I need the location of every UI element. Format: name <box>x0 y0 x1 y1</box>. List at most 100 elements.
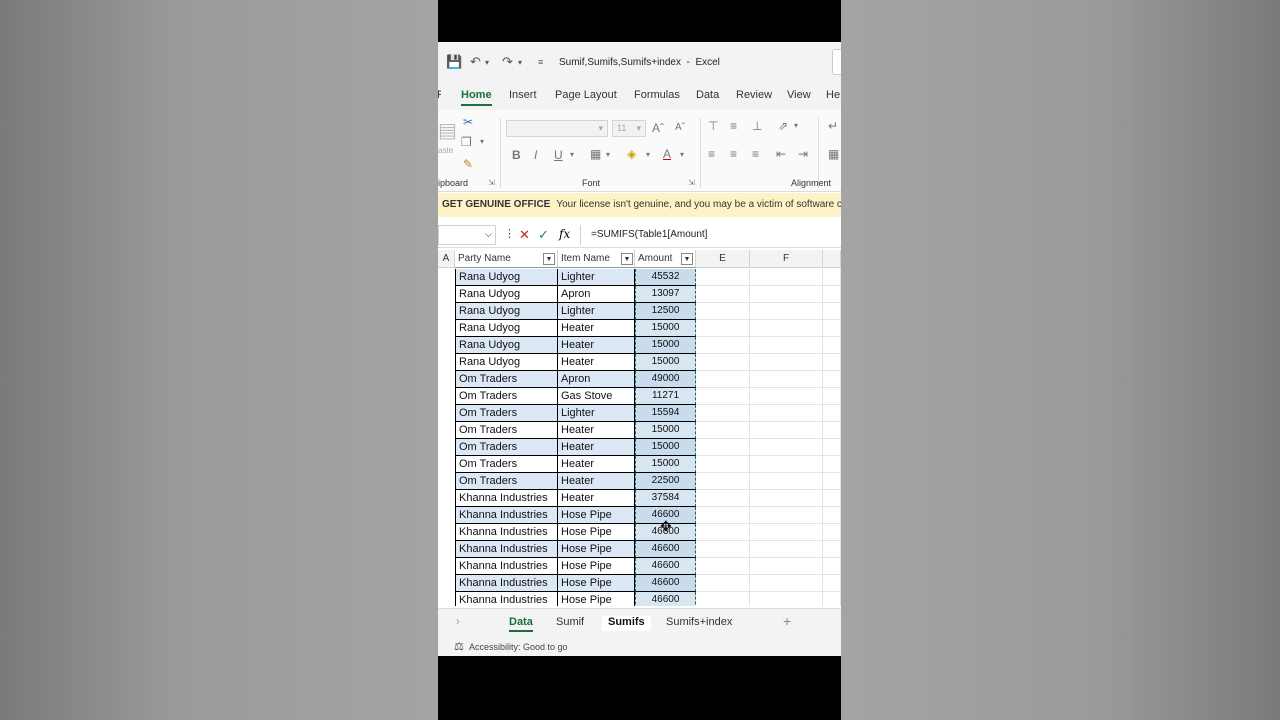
empty-cell[interactable] <box>696 269 750 286</box>
empty-cell[interactable] <box>750 490 823 507</box>
empty-cell[interactable] <box>696 354 750 371</box>
item-name-cell[interactable]: Hose Pipe <box>558 575 635 592</box>
party-name-cell[interactable]: Om Traders <box>455 405 558 422</box>
empty-cell[interactable] <box>750 558 823 575</box>
align-bottom-icon[interactable]: ⊥ <box>752 119 762 133</box>
empty-cell[interactable] <box>823 388 841 405</box>
party-name-cell[interactable]: Khanna Industries <box>455 507 558 524</box>
sheet-tab-sumif[interactable]: Sumif <box>556 616 584 628</box>
empty-cell[interactable] <box>823 473 841 490</box>
empty-cell[interactable] <box>750 286 823 303</box>
column-header-item-name[interactable]: Item Name ▼ <box>558 250 635 268</box>
party-name-cell[interactable]: Khanna Industries <box>455 490 558 507</box>
amount-cell[interactable]: 15000 <box>635 422 696 439</box>
tab-insert[interactable]: Insert <box>509 89 537 101</box>
party-name-cell[interactable]: Khanna Industries <box>455 575 558 592</box>
amount-cell[interactable]: 15000 <box>635 320 696 337</box>
party-name-cell[interactable]: Om Traders <box>455 388 558 405</box>
item-name-cell[interactable]: Lighter <box>558 303 635 320</box>
align-center-icon[interactable]: ≡ <box>730 147 737 161</box>
column-header-g[interactable] <box>823 250 841 268</box>
amount-cell[interactable]: 15000 <box>635 456 696 473</box>
item-name-cell[interactable]: Heater <box>558 354 635 371</box>
column-header-e[interactable]: E <box>696 250 750 268</box>
tab-formulas[interactable]: Formulas <box>634 89 680 101</box>
amount-cell[interactable]: 46600 <box>635 541 696 558</box>
empty-cell[interactable] <box>696 507 750 524</box>
borders-dropdown-icon[interactable]: ▾ <box>606 150 610 159</box>
align-left-icon[interactable]: ≡ <box>708 147 715 161</box>
empty-cell[interactable] <box>696 592 750 606</box>
font-size-box[interactable]: 11 ▾ <box>612 120 646 137</box>
more-options-icon[interactable]: ⋮ <box>504 227 515 240</box>
amount-cell[interactable]: 46600 <box>635 592 696 606</box>
empty-cell[interactable] <box>750 456 823 473</box>
amount-cell[interactable]: 12500 <box>635 303 696 320</box>
party-name-cell[interactable]: Rana Udyog <box>455 303 558 320</box>
underline-icon[interactable]: U <box>554 148 563 162</box>
empty-cell[interactable] <box>823 439 841 456</box>
sheet-tab-sumifs-index[interactable]: Sumifs+index <box>666 616 732 628</box>
empty-cell[interactable] <box>696 524 750 541</box>
tab-data[interactable]: Data <box>696 89 719 101</box>
item-name-cell[interactable]: Heater <box>558 473 635 490</box>
party-name-cell[interactable]: Rana Udyog <box>455 286 558 303</box>
party-name-cell[interactable]: Om Traders <box>455 456 558 473</box>
orientation-icon[interactable]: ⇗ <box>778 119 788 133</box>
empty-cell[interactable] <box>696 473 750 490</box>
empty-cell[interactable] <box>823 337 841 354</box>
align-top-icon[interactable]: ⊤ <box>708 119 718 133</box>
sheet-tab-sumifs[interactable]: Sumifs <box>602 616 651 631</box>
item-name-cell[interactable]: Gas Stove <box>558 388 635 405</box>
item-name-filter-button[interactable]: ▼ <box>621 253 633 265</box>
empty-cell[interactable] <box>696 320 750 337</box>
party-name-cell[interactable]: Khanna Industries <box>455 524 558 541</box>
customize-toolbar-icon[interactable]: ≡ <box>538 57 543 67</box>
party-name-cell[interactable]: Khanna Industries <box>455 541 558 558</box>
cut-icon[interactable]: ✂ <box>463 115 473 129</box>
empty-cell[interactable] <box>823 456 841 473</box>
increase-indent-icon[interactable]: ⇥ <box>798 147 808 161</box>
amount-cell[interactable]: 22500 <box>635 473 696 490</box>
item-name-cell[interactable]: Apron <box>558 286 635 303</box>
party-name-cell[interactable]: Rana Udyog <box>455 354 558 371</box>
amount-cell[interactable]: 13097 <box>635 286 696 303</box>
italic-icon[interactable]: I <box>534 148 537 162</box>
item-name-cell[interactable]: Hose Pipe <box>558 507 635 524</box>
item-name-cell[interactable]: Heater <box>558 337 635 354</box>
amount-cell[interactable]: 49000 <box>635 371 696 388</box>
underline-dropdown-icon[interactable]: ▾ <box>570 150 574 159</box>
tab-file[interactable]: F <box>438 89 441 101</box>
item-name-cell[interactable]: Lighter <box>558 269 635 286</box>
item-name-cell[interactable]: Lighter <box>558 405 635 422</box>
party-name-cell[interactable]: Khanna Industries <box>455 558 558 575</box>
font-color-dropdown-icon[interactable]: ▾ <box>680 150 684 159</box>
align-right-icon[interactable]: ≡ <box>752 147 759 161</box>
empty-cell[interactable] <box>750 354 823 371</box>
paste-icon[interactable]: ▤ <box>438 118 457 143</box>
font-name-box[interactable]: ▾ <box>506 120 608 137</box>
borders-icon[interactable]: ▦ <box>590 147 601 161</box>
undo-icon[interactable]: ↶ <box>470 54 481 70</box>
empty-cell[interactable] <box>696 422 750 439</box>
empty-cell[interactable] <box>750 473 823 490</box>
clipboard-launcher-icon[interactable]: ⇲ <box>488 178 495 187</box>
orientation-dropdown-icon[interactable]: ▾ <box>794 121 798 130</box>
amount-cell[interactable]: 45532 <box>635 269 696 286</box>
item-name-cell[interactable]: Heater <box>558 320 635 337</box>
sheet-tab-data[interactable]: Data <box>509 616 533 632</box>
save-icon[interactable]: 💾 <box>446 54 462 70</box>
empty-cell[interactable] <box>696 388 750 405</box>
column-header-amount[interactable]: Amount ▼ <box>635 250 696 268</box>
amount-cell[interactable]: 15000 <box>635 439 696 456</box>
bold-icon[interactable]: B <box>512 148 521 162</box>
party-name-cell[interactable]: Rana Udyog <box>455 320 558 337</box>
item-name-cell[interactable]: Hose Pipe <box>558 541 635 558</box>
empty-cell[interactable] <box>750 320 823 337</box>
amount-cell[interactable]: 15594 <box>635 405 696 422</box>
item-name-cell[interactable]: Heater <box>558 439 635 456</box>
empty-cell[interactable] <box>750 541 823 558</box>
empty-cell[interactable] <box>823 354 841 371</box>
empty-cell[interactable] <box>823 575 841 592</box>
tab-review[interactable]: Review <box>736 89 772 101</box>
